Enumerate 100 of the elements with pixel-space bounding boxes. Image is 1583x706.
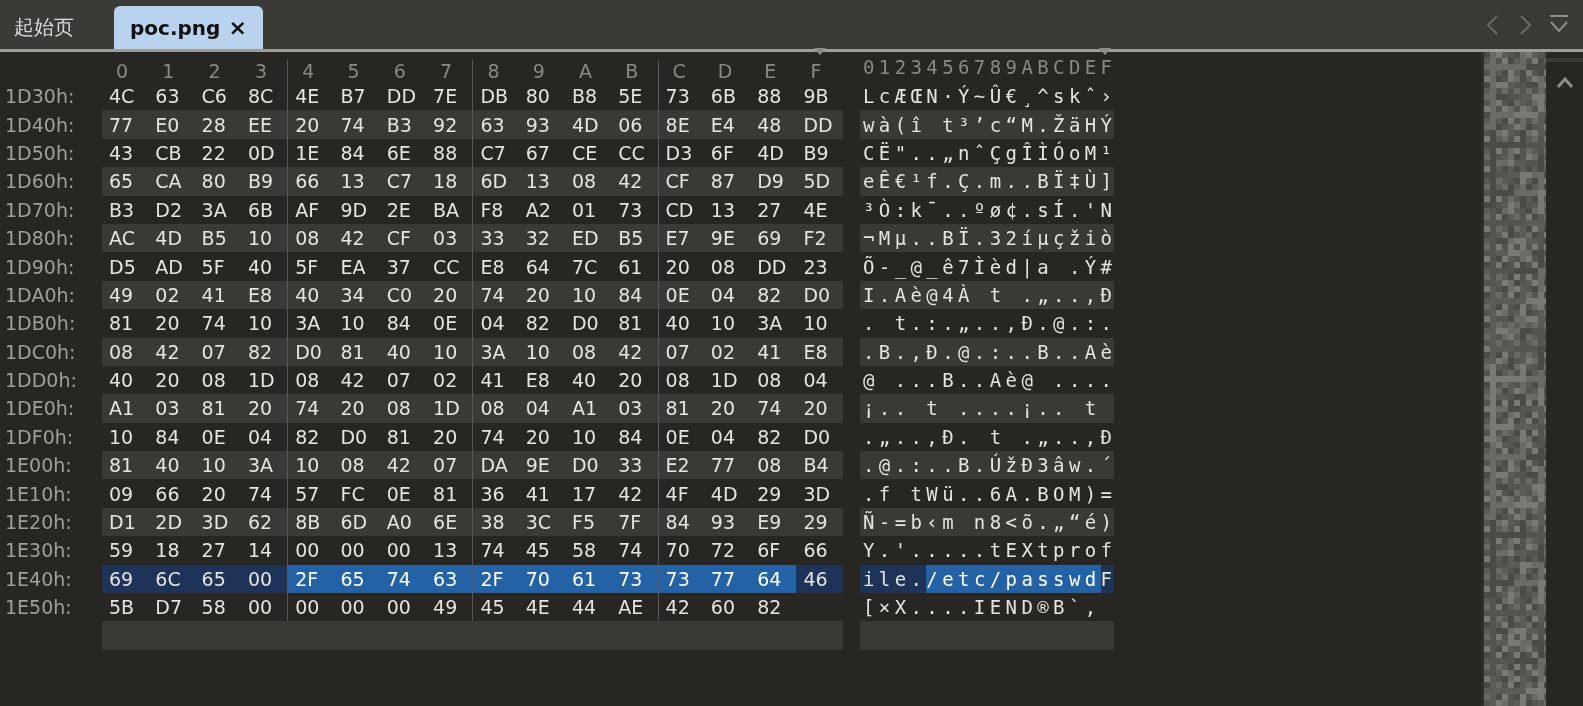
hex-byte: D2 [154,197,183,223]
hex-byte: D7 [154,595,183,621]
hex-byte: 38 [472,507,519,537]
hex-byte: D0 [339,424,369,450]
hex-byte: 3A [756,311,784,337]
hex-byte: B8 [570,84,599,110]
hex-byte: 65 [200,566,227,592]
hex-byte: 06 [617,112,644,138]
hex-byte: 07 [200,339,227,365]
hex-byte: 5F [200,254,226,280]
hex-byte: 13 [339,169,366,195]
hex-byte: 08 [756,368,783,394]
hex-byte: 2E [385,197,412,223]
hex-byte: 27 [756,197,783,223]
column-header: 0 [115,60,130,82]
column-header: 7 [439,60,454,82]
column-header: 6 [392,60,407,82]
hex-byte: 00 [246,566,274,592]
hex-byte: 13 [432,538,459,564]
hex-byte: 18 [154,538,181,564]
hex-byte: B9 [246,169,274,195]
hex-byte: F2 [802,226,828,252]
hex-byte: 63 [426,564,473,594]
hex-byte: 00 [339,538,366,564]
hex-byte: 6E [432,510,459,536]
hex-byte: 1D [432,396,461,422]
hex-byte: 08 [108,339,135,365]
column-header: A [577,60,593,82]
ascii-text: Ñ-=b‹m n8<õ.„“é) [863,510,1117,536]
offset-label: 1E20h: [4,510,73,536]
hex-byte: 73 [617,197,644,223]
hex-byte: BA [432,197,461,223]
hex-byte: AC [108,226,136,252]
hex-byte: 07 [657,337,704,366]
ascii-text: eÊ€¹f.Ç.m..BÏ‡Ù] [863,168,1117,195]
ascii-text: [×X....IEND®B`‚ [863,595,1101,621]
hex-byte: 33 [617,453,644,479]
hex-byte: 40 [154,453,181,479]
hex-byte: C6 [200,84,228,110]
hex-byte: 6C [154,566,182,592]
hex-byte: 81 [339,339,366,365]
hex-byte: 84 [339,140,366,166]
hex-byte: FC [339,481,366,507]
hex-byte: A0 [385,510,413,536]
hex-byte: 65 [108,169,135,195]
hex-byte: 40 [108,368,135,394]
hex-byte: 1D [246,368,276,394]
hex-byte: 80 [200,169,227,195]
column-header: 2 [207,60,222,82]
hex-byte: 81 [200,396,227,422]
offset-label: 1DC0h: [4,339,77,365]
hex-byte: 0D [246,140,276,166]
hex-byte: 81 [108,311,135,337]
hex-byte: DD [385,84,418,110]
hex-byte: 82 [756,595,783,621]
hex-byte: E8 [802,339,829,365]
hex-byte: 20 [432,424,459,450]
hex-byte: 6F [756,538,782,564]
hex-byte: 82 [246,339,274,365]
hex-byte: 59 [108,538,135,564]
hex-byte: 10 [108,424,135,450]
hex-byte: 77 [703,564,751,594]
file-tab[interactable]: poc.png × [114,6,263,49]
minimap-drawing[interactable] [1481,52,1546,706]
hex-byte: 66 [802,538,829,564]
hex-byte: 03 [154,396,181,422]
ascii-text: .„..‚Ð. t .„..‚Ð [863,424,1117,450]
hex-byte: A1 [108,396,136,422]
hex-byte: 07 [385,368,412,394]
hex-byte: DD [802,112,834,138]
hex-byte: B3 [385,112,413,138]
offset-label: 1E00h: [4,453,73,479]
hex-byte: 10 [200,453,227,479]
hex-byte: 08 [756,453,783,479]
hex-byte: 41 [200,282,227,308]
hex-byte: DD [756,254,788,280]
hex-byte: 08 [287,223,334,253]
hex-byte: 40 [385,339,412,365]
offset-label: 1E10h: [4,481,73,507]
hex-byte: 7C [570,254,599,280]
hex-byte: 2F [287,564,334,594]
hex-byte: E2 [657,451,704,480]
hex-byte: 23 [802,254,829,280]
hex-byte: F8 [472,195,519,224]
close-icon[interactable]: × [228,15,247,40]
hex-byte: 93 [709,510,737,536]
hex-byte: AE [617,595,645,621]
hex-byte: 45 [524,538,551,564]
hex-byte: 03 [617,396,644,422]
file-tab[interactable]: 起始页 [0,6,88,49]
hex-byte: 10 [246,226,274,252]
hex-byte: 81 [432,481,459,507]
hex-byte: D0 [802,424,832,450]
hex-byte: E9 [756,510,783,536]
arrow-up-icon[interactable] [1555,76,1574,88]
hex-byte: 46 [802,566,829,592]
hex-byte: 80 [524,84,551,110]
hex-byte: 3A [200,197,228,223]
ascii-text: ¬Mµ..BÏ.32íµçžiò [863,226,1117,252]
ascii-text: ³Ò:k¯..ºø¢.sÍ.'N [863,197,1117,223]
